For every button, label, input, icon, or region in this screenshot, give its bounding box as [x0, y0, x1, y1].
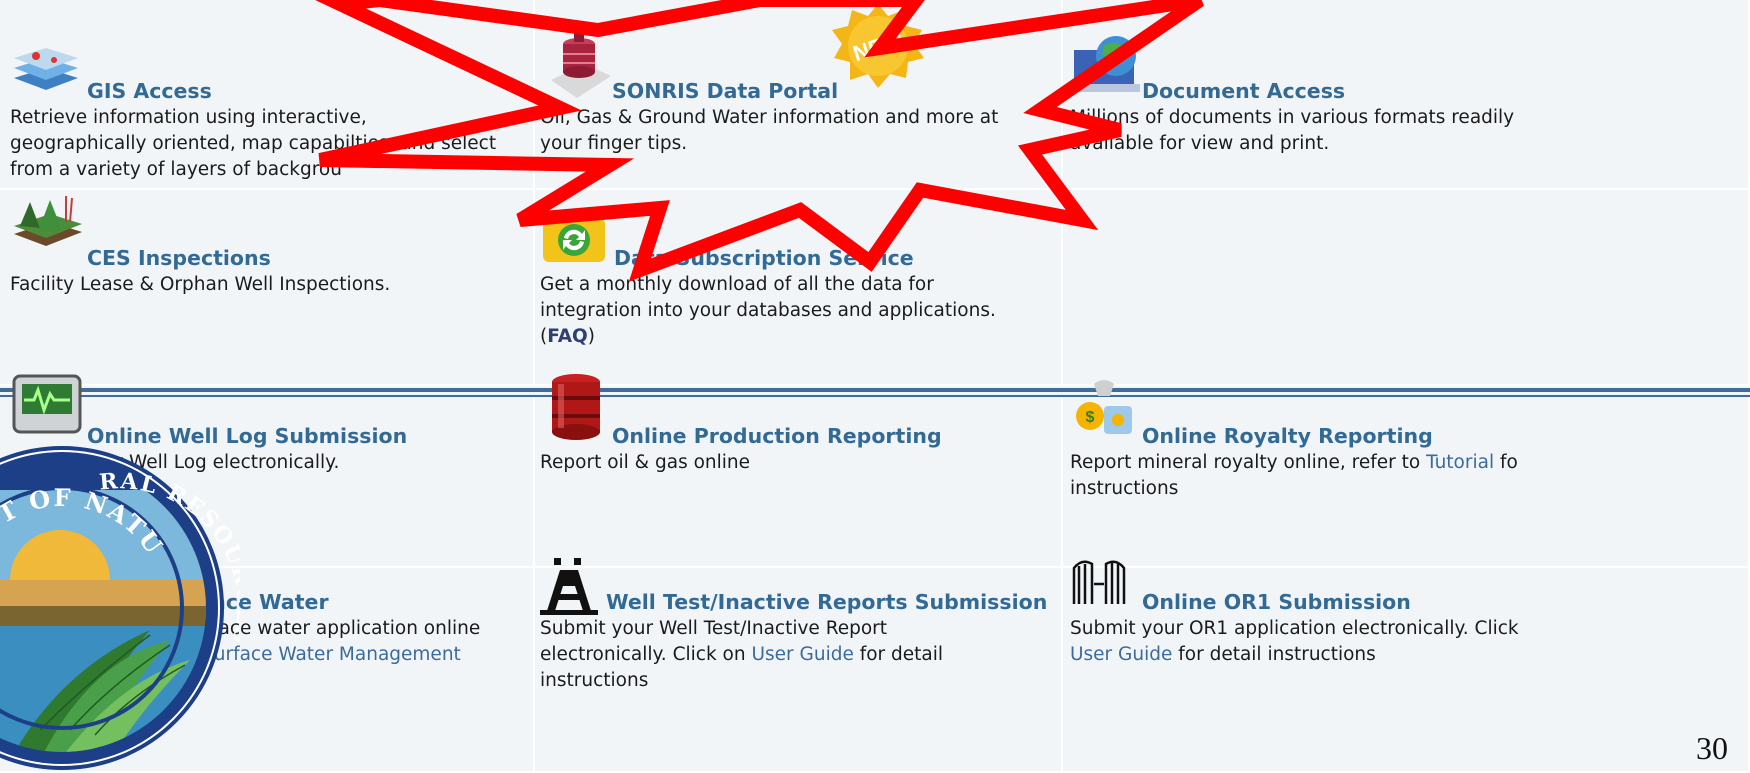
page-number: 30 — [1696, 730, 1728, 766]
red-starburst-annotation — [315, 0, 1204, 282]
